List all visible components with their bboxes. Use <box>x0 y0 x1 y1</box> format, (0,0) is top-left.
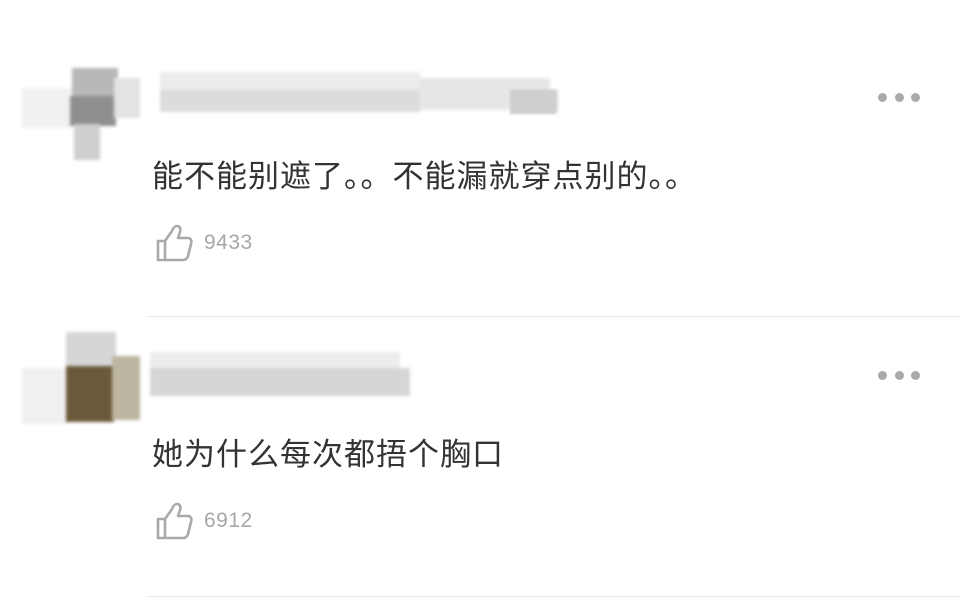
avatar[interactable] <box>22 68 142 168</box>
more-options-button[interactable] <box>878 92 920 102</box>
more-horizontal-icon <box>894 370 904 380</box>
thumbs-up-icon <box>156 502 193 540</box>
thumbs-up-icon <box>156 224 193 262</box>
more-horizontal-icon <box>878 92 887 102</box>
like-button[interactable]: 6912 <box>154 499 253 543</box>
like-count: 9433 <box>204 231 253 254</box>
comment-item: 能不能别遮了。。不能漏就穿点别的。。 9433 <box>0 0 960 318</box>
like-count: 6912 <box>204 509 253 532</box>
user-badge <box>510 90 556 114</box>
more-horizontal-icon <box>894 92 904 102</box>
more-horizontal-icon <box>911 92 920 102</box>
comment-text: 能不能别遮了。。不能漏就穿点别的。。 <box>152 159 697 195</box>
more-options-button[interactable] <box>878 370 920 380</box>
username[interactable] <box>150 352 420 396</box>
username[interactable] <box>150 72 570 116</box>
more-horizontal-icon <box>878 370 887 380</box>
comment-item: 她为什么每次都捂个胸口 6912 <box>0 318 960 611</box>
comment-text: 她为什么每次都捂个胸口 <box>152 437 504 473</box>
avatar[interactable] <box>22 328 142 428</box>
divider <box>148 596 960 597</box>
more-horizontal-icon <box>911 370 920 380</box>
divider <box>148 316 960 317</box>
like-button[interactable]: 9433 <box>154 221 253 265</box>
